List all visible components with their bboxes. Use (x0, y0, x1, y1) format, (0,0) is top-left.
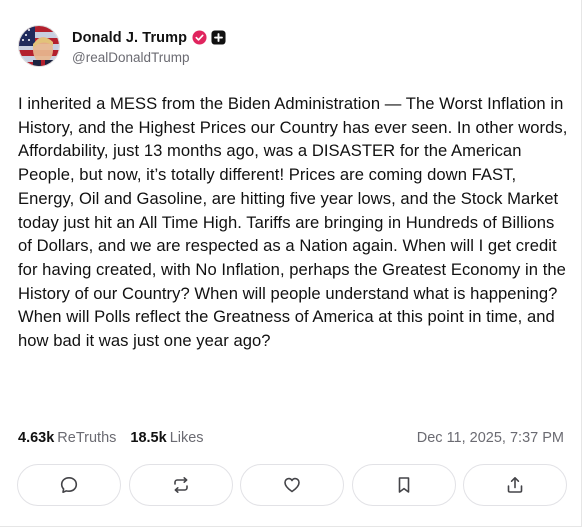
share-icon (507, 477, 523, 493)
verified-badge-icon (192, 30, 207, 45)
heart-icon (284, 477, 300, 493)
plus-badge-icon (211, 30, 226, 45)
post-timestamp[interactable]: Dec 11, 2025, 7:37 PM (417, 430, 564, 446)
retruths-count: 4.63k (18, 430, 55, 446)
reply-button[interactable] (17, 464, 121, 506)
likes-count: 18.5k (130, 430, 167, 446)
comment-icon (60, 477, 78, 493)
post-body-text: I inherited a MESS from the Biden Admini… (18, 94, 568, 351)
post-stats: 4.63k ReTruths 18.5k Likes Dec 11, 2025,… (18, 427, 564, 449)
author-info: Donald J. Trump @realDonaldTrump (72, 28, 226, 65)
post-card: Donald J. Trump @realDonaldTrump I inher… (0, 0, 582, 527)
like-button[interactable] (240, 464, 344, 506)
author-display-name[interactable]: Donald J. Trump (72, 30, 187, 46)
avatar-image (19, 26, 59, 66)
repost-icon (173, 477, 188, 493)
author-handle[interactable]: @realDonaldTrump (72, 50, 226, 65)
bookmark-button[interactable] (351, 464, 456, 506)
likes-label: Likes (169, 430, 204, 446)
retruths-label: ReTruths (57, 430, 117, 446)
bookmark-icon (398, 477, 409, 493)
share-button[interactable] (463, 464, 567, 506)
avatar[interactable] (18, 25, 60, 67)
post-header: Donald J. Trump @realDonaldTrump (18, 24, 226, 68)
retruths-stat[interactable]: 4.63k ReTruths (18, 430, 116, 446)
likes-stat[interactable]: 18.5k Likes (130, 430, 203, 446)
retruth-button[interactable] (128, 464, 233, 506)
name-row: Donald J. Trump (72, 28, 226, 48)
action-bar (17, 464, 567, 506)
